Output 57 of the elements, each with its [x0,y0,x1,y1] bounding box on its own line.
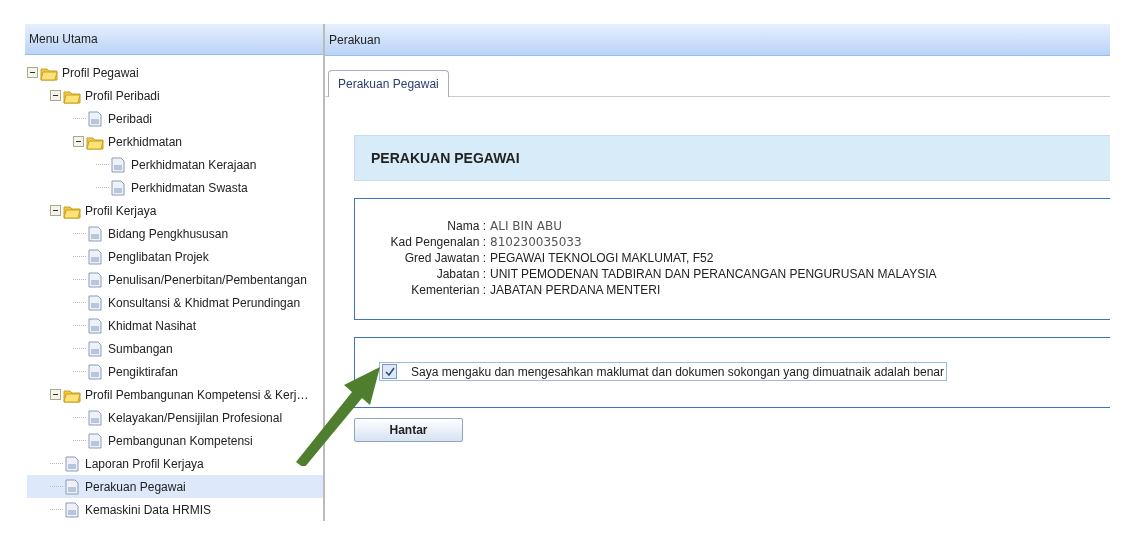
document-icon [86,225,104,242]
document-icon [86,432,104,449]
tab[interactable]: Perakuan Pegawai [328,70,449,97]
document-icon [86,363,104,380]
tree-item[interactable]: Perakuan Pegawai [27,475,323,498]
tree-item[interactable]: Perkhidmatan Kerajaan [27,153,261,176]
document-icon [109,179,127,196]
panel-header: Menu Utama [25,24,323,55]
document-icon [86,110,104,127]
tree-item[interactable]: Pengiktirafan [27,360,183,383]
tree-item[interactable]: Profil Pembangunan Kompetensi & Kerj… [27,383,313,406]
tree-item[interactable]: Perkhidmatan Swasta [27,176,252,199]
document-icon [86,340,104,357]
panel-header: Perakuan [325,24,1110,56]
tree-item[interactable]: Profil Peribadi [27,84,164,107]
tree-item[interactable]: Penglibatan Projek [27,245,213,268]
field-value: UNIT PEMODENAN TADBIRAN DAN PERANCANGAN PENGURUSAN MALAYSIA [489,267,938,281]
tree-item[interactable]: Peribadi [27,107,157,130]
declaration-checkbox[interactable]: Saya mengaku dan mengesahkan maklumat dan dokumen sokongan yang dimuatnaik adalah benar [379,362,948,381]
tree-item[interactable]: Profil Kerjaya [27,199,161,222]
field-value: JABATAN PERDANA MENTERI [489,283,662,297]
document-icon [86,294,104,311]
checkbox[interactable] [382,364,397,379]
tree-item[interactable]: Pembangunan Kompetensi [27,429,257,452]
collapse-icon[interactable] [50,205,61,216]
submit-button[interactable]: Hantar [354,418,463,442]
tree-item[interactable]: Kelayakan/Pensijilan Profesional [27,406,287,429]
field-value: 810230035033 [489,235,583,249]
document-icon [86,271,104,288]
tree-item[interactable]: Sumbangan [27,337,177,360]
document-icon [63,478,81,495]
tree-item[interactable]: Penulisan/Penerbitan/Pembentangan [27,268,311,291]
field-label: Kad Pengenalan : [389,235,486,249]
tree-item[interactable]: Khidmat Nasihat [27,314,201,337]
field-label: Kementerian : [410,283,486,297]
field-label: Jabatan : [435,267,486,281]
tree-item[interactable]: Profil Pegawai [27,61,143,84]
document-icon [63,501,81,518]
section-heading: PERAKUAN PEGAWAI [354,135,1110,181]
field-label: Gred Jawatan : [403,251,486,265]
tree-item[interactable]: Konsultansi & Khidmat Perundingan [27,291,305,314]
collapse-icon[interactable] [50,90,61,101]
document-icon [109,156,127,173]
document-icon [86,317,104,334]
document-icon [86,248,104,265]
collapse-icon[interactable] [50,389,61,400]
collapse-icon[interactable] [27,67,38,78]
document-icon [63,455,81,472]
tree-item[interactable]: Kemaskini Data HRMIS [27,498,216,521]
tree-item[interactable]: Bidang Pengkhususan [27,222,233,245]
field-value: PEGAWAI TEKNOLOGI MAKLUMAT, F52 [489,251,715,265]
field-label: Nama : [446,219,486,233]
collapse-icon[interactable] [73,136,84,147]
tree-item[interactable]: Laporan Profil Kerjaya [27,452,208,475]
tree-item[interactable]: Perkhidmatan [27,130,187,153]
document-icon [86,409,104,426]
field-value: ALI BIN ABU [489,219,564,233]
